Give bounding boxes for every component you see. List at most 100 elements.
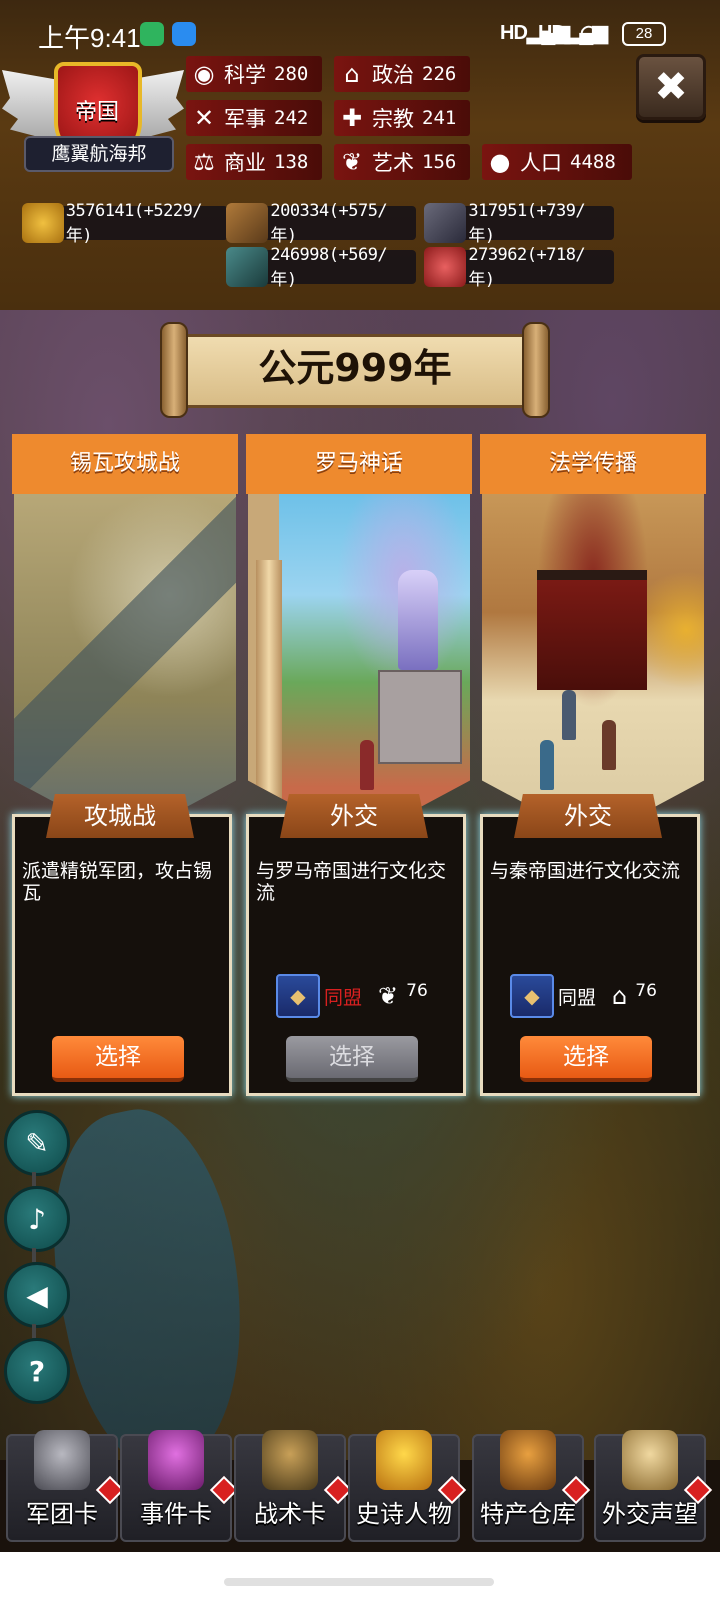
empire-name: 鹰翼航海邦: [24, 136, 174, 172]
resource-meat: 273962(+718/年): [424, 245, 614, 290]
figure-decor: [562, 690, 576, 740]
dock-tactic-cards[interactable]: 战术卡: [234, 1430, 353, 1542]
helmet-icon: [34, 1430, 90, 1490]
siege-battle-image: [14, 490, 236, 840]
stat-value: 241: [422, 107, 457, 129]
book-quill-icon: ✎: [25, 1126, 49, 1160]
dock-label: 外交声望: [602, 1500, 698, 1528]
planet-icon: ◉: [193, 60, 215, 88]
message-app-icon: [172, 22, 196, 46]
music-button[interactable]: ♪: [4, 1186, 70, 1252]
wifi-icon: ◠: [580, 22, 597, 44]
dock-epic-figures[interactable]: 史诗人物: [348, 1430, 467, 1542]
stone-icon: [424, 203, 467, 243]
dock-label: 事件卡: [140, 1500, 212, 1528]
stat-value: 226: [422, 63, 457, 85]
stat-military: ✕ 军事 242: [186, 100, 322, 136]
dock-specialty-warehouse[interactable]: 特产仓库: [472, 1430, 591, 1542]
select-button[interactable]: 选择: [52, 1036, 184, 1082]
resource-iron: 246998(+569/年): [226, 245, 416, 290]
card-description: 与秦帝国进行文化交流: [490, 860, 681, 882]
select-button[interactable]: 选择: [520, 1036, 652, 1082]
statue-decor: [398, 570, 438, 670]
select-button[interactable]: 选择: [286, 1036, 418, 1082]
stat-label: 政治: [372, 63, 414, 87]
laurel-icon: ❦: [341, 148, 363, 176]
card-panel: 攻城战 派遣精锐军团，攻占锡瓦 选择: [12, 794, 238, 1096]
speaker-icon: ◀: [26, 1278, 48, 1312]
roman-myth-image: [248, 490, 470, 840]
column-decor: [256, 560, 282, 800]
stat-commerce: ⚖ 商业 138: [186, 144, 322, 180]
stat-value: 4488: [570, 151, 616, 173]
dock-diplomatic-reputation[interactable]: 外交声望: [594, 1430, 713, 1542]
stat-label: 人口: [520, 151, 562, 175]
resource-text: 273962(+718/年): [468, 244, 586, 290]
bottom-dock: 军团卡 事件卡 战术卡 史诗人物 特产仓库 外交声望: [0, 1420, 720, 1550]
stat-religion: ✚ 宗教 241: [334, 100, 470, 136]
resource-text: 317951(+739/年): [468, 200, 586, 246]
system-nav-bar: [0, 1552, 720, 1600]
stat-science: ◉ 科学 280: [186, 56, 322, 92]
dock-label: 军团卡: [26, 1500, 98, 1528]
card-requirement: ◆ 同盟 ⌂ 76: [510, 974, 657, 1018]
card-panel: 外交 与罗马帝国进行文化交流 ◆ 同盟 ❦ 76 选择: [246, 794, 472, 1096]
empire-title: 帝国: [74, 100, 119, 125]
dock-label: 特产仓库: [480, 1500, 576, 1528]
help-button[interactable]: ?: [4, 1338, 70, 1404]
person-icon: ●: [489, 148, 511, 176]
dock-label: 战术卡: [254, 1500, 326, 1528]
law-spread-image: [482, 490, 704, 840]
card-title: 罗马神话: [246, 434, 472, 494]
stat-label: 艺术: [372, 151, 414, 175]
resource-text: 3576141(+5229/年): [65, 200, 203, 246]
chain-decor: [32, 1172, 36, 1186]
stat-value: 156: [422, 151, 457, 173]
dock-label: 史诗人物: [356, 1500, 452, 1528]
iron-ore-icon: [226, 247, 269, 287]
log-button[interactable]: ✎: [4, 1110, 70, 1176]
envelope-icon: [622, 1430, 678, 1490]
requirement-value: 76: [406, 981, 428, 1001]
pedestal-decor: [378, 670, 462, 764]
stat-value: 138: [274, 151, 309, 173]
stat-art: ❦ 艺术 156: [334, 144, 470, 180]
signal-label: HD: [500, 22, 528, 44]
figure-decor: [602, 720, 616, 770]
stat-politics: ⌂ 政治 226: [334, 56, 470, 92]
card-panel: 外交 与秦帝国进行文化交流 ◆ 同盟 ⌂ 76 选择: [480, 794, 706, 1096]
crossed-swords-icon: ✕: [193, 104, 215, 132]
status-time: 上午9:41: [38, 23, 141, 53]
temple-icon: ⌂: [344, 60, 360, 88]
resource-stone: 317951(+739/年): [424, 201, 614, 246]
stat-population: ● 人口 4488: [482, 144, 632, 180]
temple-icon: ⌂: [612, 982, 628, 1010]
chain-decor: [32, 1324, 36, 1338]
dock-event-cards[interactable]: 事件卡: [120, 1430, 239, 1542]
resource-text: 246998(+569/年): [270, 244, 388, 290]
empire-emblem[interactable]: 帝国 鹰翼航海邦: [2, 52, 184, 182]
relation-label: 同盟: [558, 986, 597, 1009]
shield-swords-icon: [262, 1430, 318, 1490]
chain-decor: [32, 1248, 36, 1262]
figure-decor: [360, 740, 374, 790]
dock-legion-cards[interactable]: 军团卡: [6, 1430, 125, 1542]
home-indicator[interactable]: [224, 1578, 494, 1586]
question-icon: ?: [28, 1354, 46, 1388]
resource-wood: 200334(+575/年): [226, 201, 416, 246]
figure-decor: [540, 740, 554, 790]
close-button[interactable]: ✖: [636, 54, 706, 120]
gold-coins-icon: [22, 203, 64, 243]
sound-button[interactable]: ◀: [4, 1262, 70, 1328]
card-description: 与罗马帝国进行文化交流: [256, 860, 447, 904]
ally-eagle-icon: ◆: [510, 974, 554, 1018]
stat-label: 军事: [224, 107, 266, 131]
requirement-value: 76: [635, 981, 657, 1001]
scales-icon: ⚖: [193, 148, 215, 176]
year-text: 公元999年: [258, 346, 452, 390]
card-title: 法学传播: [480, 434, 706, 494]
stat-value: 242: [274, 107, 309, 129]
resource-gold: 3576141(+5229/年): [22, 201, 228, 246]
laurel-icon: ❦: [378, 982, 399, 1010]
signal-label-2: HD: [538, 22, 566, 44]
